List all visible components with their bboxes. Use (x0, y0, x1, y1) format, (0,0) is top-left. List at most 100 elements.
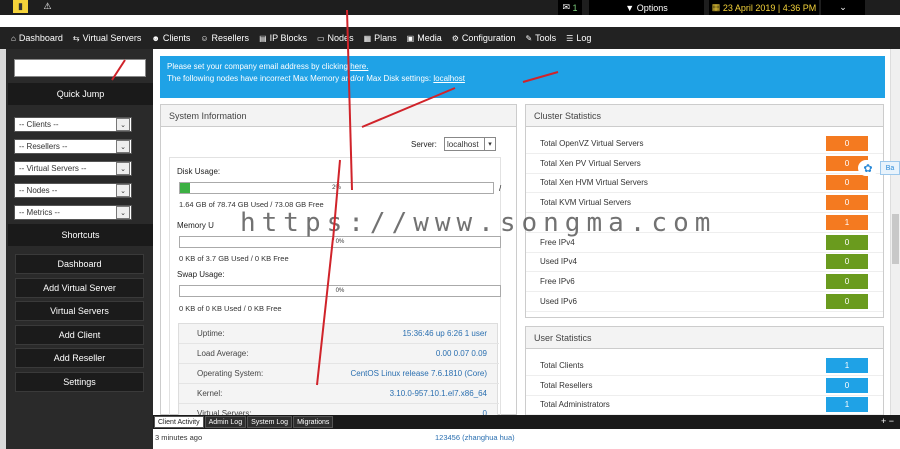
float-widget-icon[interactable]: ✿ (858, 160, 878, 176)
stat-label: Total Resellers (540, 380, 593, 390)
stat-badge: 1 (826, 397, 868, 413)
stat-badge: 0 (826, 254, 868, 270)
nav-label: Nodes (327, 33, 354, 43)
stat-badge: 0 (826, 195, 868, 211)
scroll-thumb[interactable] (892, 214, 899, 264)
stat-badge: 0 (826, 136, 868, 151)
float-widget-label[interactable]: Ba (880, 161, 900, 175)
detail-key: Operating System: (197, 369, 264, 378)
nav-label: Clients (162, 33, 191, 43)
tab-migrations[interactable]: Migrations (293, 416, 334, 428)
main-scrollbar[interactable] (890, 49, 900, 415)
quick-jump-select[interactable]: -- Virtual Servers -- (14, 161, 132, 176)
select-value: -- Nodes -- (19, 186, 58, 195)
mail-count: 1 (572, 2, 578, 13)
memory-usage-pct: 0% (335, 239, 345, 245)
note-icon[interactable]: ▮ (13, 0, 28, 13)
quick-jump-title: Quick Jump (8, 83, 153, 105)
options-label: Options (636, 2, 668, 13)
alert-line2: The following nodes have incorrect Max M… (167, 74, 432, 83)
shortcut-add-virtual-server[interactable]: Add Virtual Server (15, 277, 144, 298)
nav-resellers[interactable]: ☺ Resellers (195, 27, 254, 49)
detail-value: 0.00 0.07 0.09 (435, 349, 487, 358)
nav-configuration[interactable]: ⚙ Configuration (447, 27, 521, 49)
nav-ip-blocks[interactable]: ▤ IP Blocks (254, 27, 312, 49)
system-info-panel: System Information Server: localhost ▾ D… (160, 104, 517, 424)
panel-resize-controls[interactable]: + − (881, 416, 894, 426)
select-value: -- Metrics -- (19, 208, 60, 217)
quick-jump-select[interactable]: -- Nodes -- (14, 183, 132, 198)
nav-label: IP Blocks (269, 33, 307, 43)
options-button[interactable]: ▼ Options (589, 0, 704, 15)
alert-link-localhost[interactable]: localhost (433, 74, 465, 83)
nav-clients[interactable]: ☻ Clients (146, 27, 195, 49)
plans-icon: ▦ (363, 33, 372, 43)
detail-value: 15:36:46 up 6:26 1 user (402, 329, 487, 338)
chevron-down-icon[interactable]: ⌄ (116, 118, 130, 131)
nav-nodes[interactable]: ▭ Nodes (312, 27, 359, 49)
user-menu-button[interactable]: ⌄ (821, 0, 865, 15)
system-detail-row: Load Average: 0.00 0.07 0.09 (179, 344, 499, 364)
alert-link-here[interactable]: here. (350, 62, 368, 71)
warning-icon[interactable]: ⚠ (40, 0, 55, 13)
virtual-servers-icon: ⇆ (72, 33, 80, 43)
quick-jump-select[interactable]: -- Resellers -- (14, 139, 132, 154)
shortcut-add-client[interactable]: Add Client (15, 324, 144, 345)
configuration-icon: ⚙ (451, 33, 459, 43)
chevron-down-icon[interactable]: ⌄ (116, 184, 130, 197)
chevron-down-icon[interactable]: ⌄ (116, 206, 130, 219)
shortcut-dashboard[interactable]: Dashboard (15, 254, 144, 274)
stat-row: Free IPv6 0 (526, 272, 883, 292)
server-select[interactable]: localhost ▾ (444, 137, 496, 151)
stat-badge: 1 (826, 358, 868, 373)
system-info-title: System Information (161, 105, 516, 127)
quick-jump-input[interactable] (14, 59, 146, 77)
alert-line1: Please set your company email address by… (167, 62, 348, 71)
shortcut-settings[interactable]: Settings (15, 371, 144, 392)
alert-banner: Please set your company email address by… (160, 56, 885, 98)
disk-slash: / (499, 184, 502, 193)
select-value: -- Resellers -- (19, 142, 68, 151)
datetime-display[interactable]: ▦ 23 April 2019 | 4:36 PM (709, 0, 819, 15)
system-detail-row: Operating System: CentOS Linux release 7.… (179, 364, 499, 384)
nav-tools[interactable]: ✎ Tools (520, 27, 561, 49)
stat-label: Total Xen PV Virtual Servers (540, 158, 641, 168)
datetime-text: 23 April 2019 | 4:36 PM (722, 2, 817, 13)
activity-tabs: Client Activity Admin Log System Log Migrat… (153, 415, 900, 429)
activity-entry[interactable]: 123456 (zhanghua hua) (435, 433, 515, 442)
chevron-down-icon[interactable]: ⌄ (116, 140, 130, 153)
chevron-down-icon[interactable]: ⌄ (116, 162, 130, 175)
tab-system-log[interactable]: System Log (247, 416, 293, 428)
server-label: Server: (411, 140, 437, 149)
mail-button[interactable]: ✉ 1 (558, 0, 582, 15)
detail-key: Uptime: (197, 329, 225, 338)
media-icon: ▣ (406, 33, 415, 43)
nav-log[interactable]: ☰ Log (561, 27, 596, 49)
funnel-icon: ▼ (625, 2, 635, 13)
stat-badge: 0 (826, 293, 868, 309)
nav-media[interactable]: ▣ Media (402, 27, 447, 49)
stat-row: Total OpenVZ Virtual Servers 0 (526, 134, 883, 154)
quick-jump-select[interactable]: -- Metrics -- (14, 205, 132, 220)
left-strip (0, 49, 6, 449)
nav-dashboard[interactable]: ⌂ Dashboard (6, 27, 68, 49)
nav-virtual-servers[interactable]: ⇆ Virtual Servers (68, 27, 147, 49)
shortcut-virtual-servers[interactable]: Virtual Servers (15, 301, 144, 321)
tab-admin-log[interactable]: Admin Log (204, 416, 247, 428)
nav-label: Configuration (461, 33, 516, 43)
shortcuts-title: Shortcuts (8, 224, 153, 246)
stat-badge: 0 (826, 273, 868, 289)
stat-label: Used IPv4 (540, 257, 577, 267)
system-detail-row: Kernel: 3.10.0-957.10.1.el7.x86_64 (179, 384, 499, 404)
nav-plans[interactable]: ▦ Plans (359, 27, 402, 49)
quick-jump-select[interactable]: -- Clients -- (14, 117, 132, 132)
stat-label: Free IPv6 (540, 276, 575, 286)
shortcut-add-reseller[interactable]: Add Reseller (15, 348, 144, 368)
system-detail-row: Uptime: 15:36:46 up 6:26 1 user (179, 324, 499, 344)
tab-client-activity[interactable]: Client Activity (154, 416, 204, 428)
cluster-stats-title: Cluster Statistics (526, 105, 883, 127)
stat-row: Total Xen HVM Virtual Servers 0 (526, 173, 883, 194)
tools-icon: ✎ (525, 33, 533, 43)
stat-row: Total Administrators 1 (526, 395, 883, 416)
nav-label: Resellers (211, 33, 250, 43)
